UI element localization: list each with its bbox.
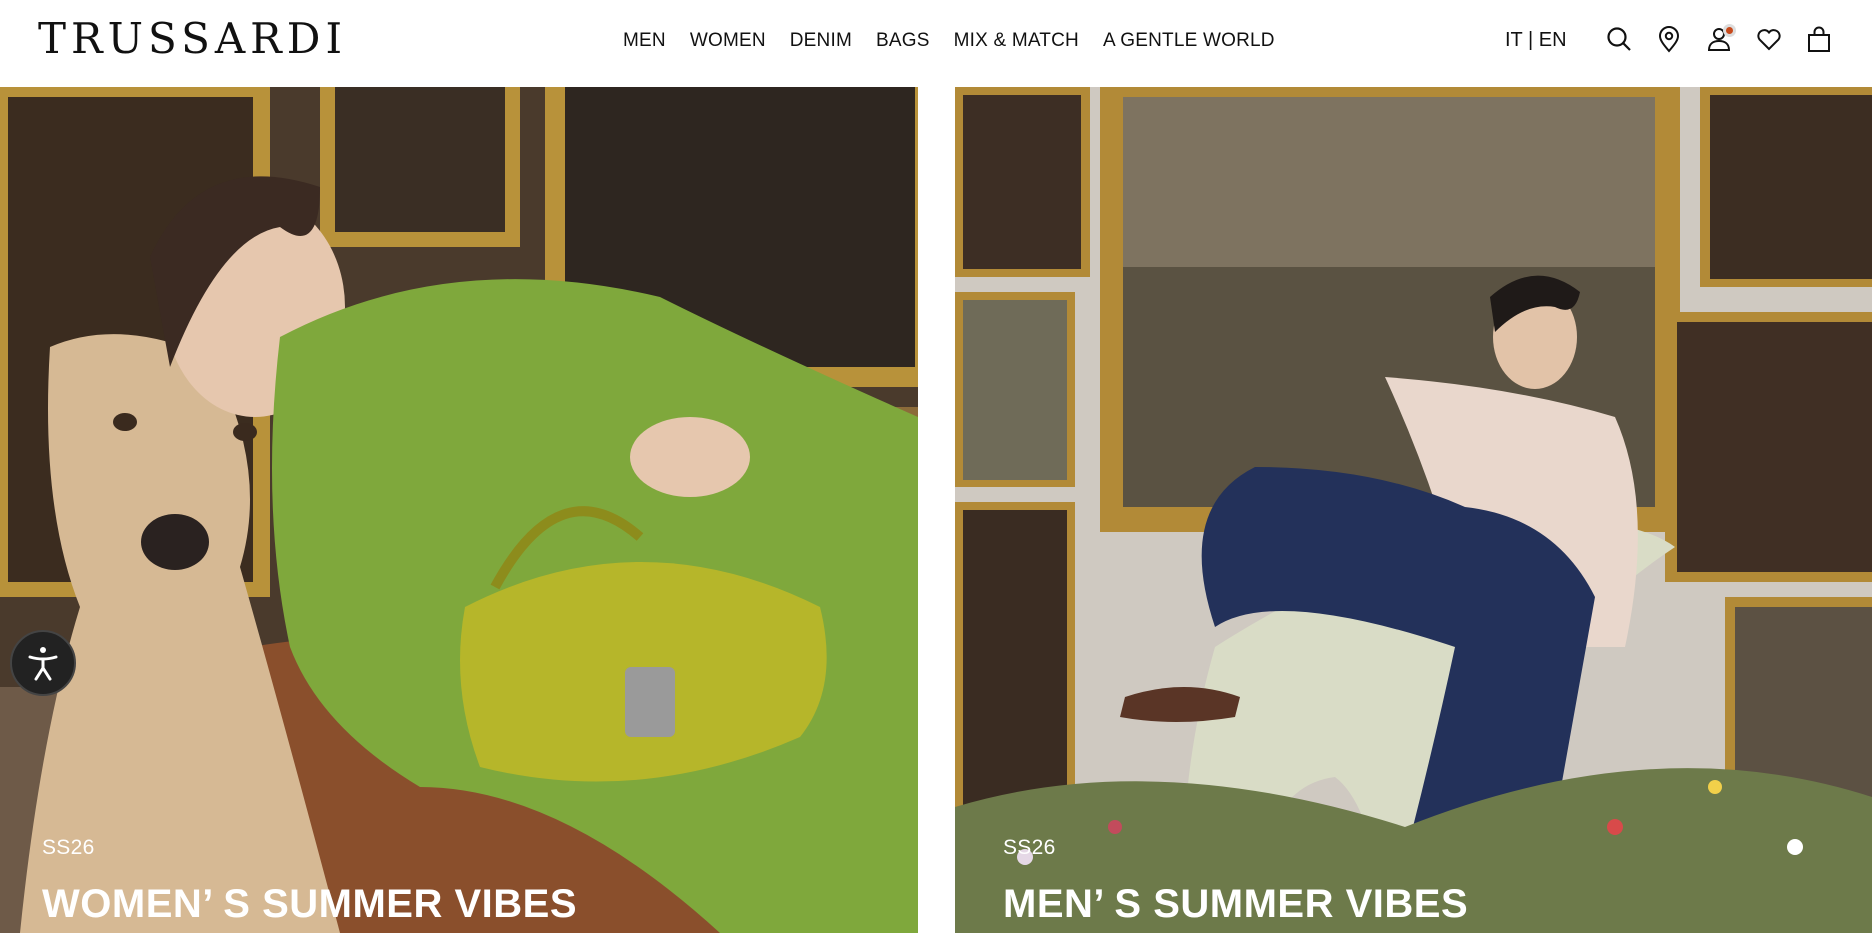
header-icons [1604, 22, 1854, 56]
hero-women-title[interactable]: WOMEN’ S SUMMER VIBES [42, 882, 577, 927]
wishlist-icon[interactable] [1754, 22, 1784, 56]
bag-icon[interactable] [1804, 22, 1834, 56]
nav-mix-match[interactable]: MIX & MATCH [954, 28, 1079, 54]
lang-en[interactable]: EN [1539, 29, 1567, 51]
account-icon[interactable] [1704, 22, 1736, 56]
hero-men-image [955, 87, 1872, 933]
nav-men[interactable]: MEN [623, 28, 666, 54]
hero-men-title[interactable]: MEN’ S SUMMER VIBES [1003, 882, 1468, 927]
nav-women[interactable]: WOMEN [690, 28, 766, 54]
nav-bags[interactable]: BAGS [876, 28, 930, 54]
lang-it[interactable]: IT [1505, 29, 1522, 51]
main-nav: MEN WOMEN DENIM BAGS MIX & MATCH A GENTL… [623, 28, 1299, 54]
store-locator-icon[interactable] [1654, 22, 1684, 56]
brand-logo[interactable]: TRUSSARDI [38, 14, 347, 64]
site-header: TRUSSARDI MEN WOMEN DENIM BAGS MIX & MAT… [0, 0, 1872, 87]
notification-dot [1723, 24, 1736, 37]
accessibility-icon[interactable] [10, 630, 76, 696]
hero-men-season: SS26 [1003, 836, 1056, 859]
search-icon[interactable] [1604, 22, 1634, 56]
hero-women-season: SS26 [42, 836, 95, 859]
hero-men[interactable]: SS26 MEN’ S SUMMER VIBES [955, 87, 1872, 933]
hero-women-image [0, 87, 918, 933]
hero-women[interactable]: SS26 WOMEN’ S SUMMER VIBES [0, 87, 918, 933]
lang-separator: | [1527, 29, 1534, 51]
nav-gentle-world[interactable]: A GENTLE WORLD [1103, 28, 1275, 54]
nav-denim[interactable]: DENIM [790, 28, 852, 54]
language-switcher: IT | EN [1505, 27, 1567, 53]
